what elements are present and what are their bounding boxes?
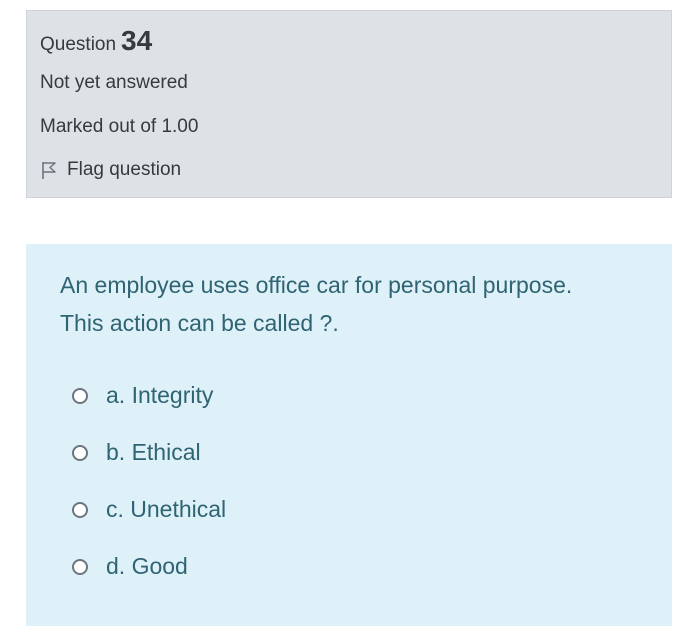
question-text-line-2: This action can be called ?.	[60, 310, 339, 336]
radio-button-d[interactable]	[72, 558, 88, 575]
question-grade: Marked out of 1.00	[40, 116, 199, 137]
question-state: Not yet answered	[40, 72, 188, 93]
question-heading: Question 34	[40, 25, 152, 57]
radio-button-a[interactable]	[72, 387, 88, 404]
question-text: An employee uses office car for personal…	[60, 266, 650, 342]
flag-question-label: Flag question	[67, 159, 182, 180]
answer-option-c[interactable]: c. Unethical	[72, 496, 226, 523]
flag-question-link[interactable]: Flag question	[40, 159, 181, 181]
question-word: Question	[40, 34, 117, 55]
question-formulation: An employee uses office car for personal…	[26, 244, 672, 626]
answer-option-a[interactable]: a. Integrity	[72, 382, 213, 409]
flag-icon	[40, 160, 58, 180]
answer-label-a: a. Integrity	[106, 382, 214, 408]
radio-button-b[interactable]	[72, 444, 88, 461]
answer-label-d: d. Good	[106, 553, 188, 579]
quiz-page: Question 34 Not yet answered Marked out o…	[0, 0, 700, 644]
radio-button-c[interactable]	[72, 501, 88, 518]
answer-option-d[interactable]: d. Good	[72, 553, 188, 580]
answer-label-b: b. Ethical	[106, 439, 201, 465]
question-number: 34	[121, 25, 153, 56]
question-text-line-1: An employee uses office car for personal…	[60, 272, 573, 298]
question-info-panel: Question 34 Not yet answered Marked out o…	[26, 10, 672, 198]
answer-option-b[interactable]: b. Ethical	[72, 439, 201, 466]
answer-label-c: c. Unethical	[106, 496, 227, 522]
